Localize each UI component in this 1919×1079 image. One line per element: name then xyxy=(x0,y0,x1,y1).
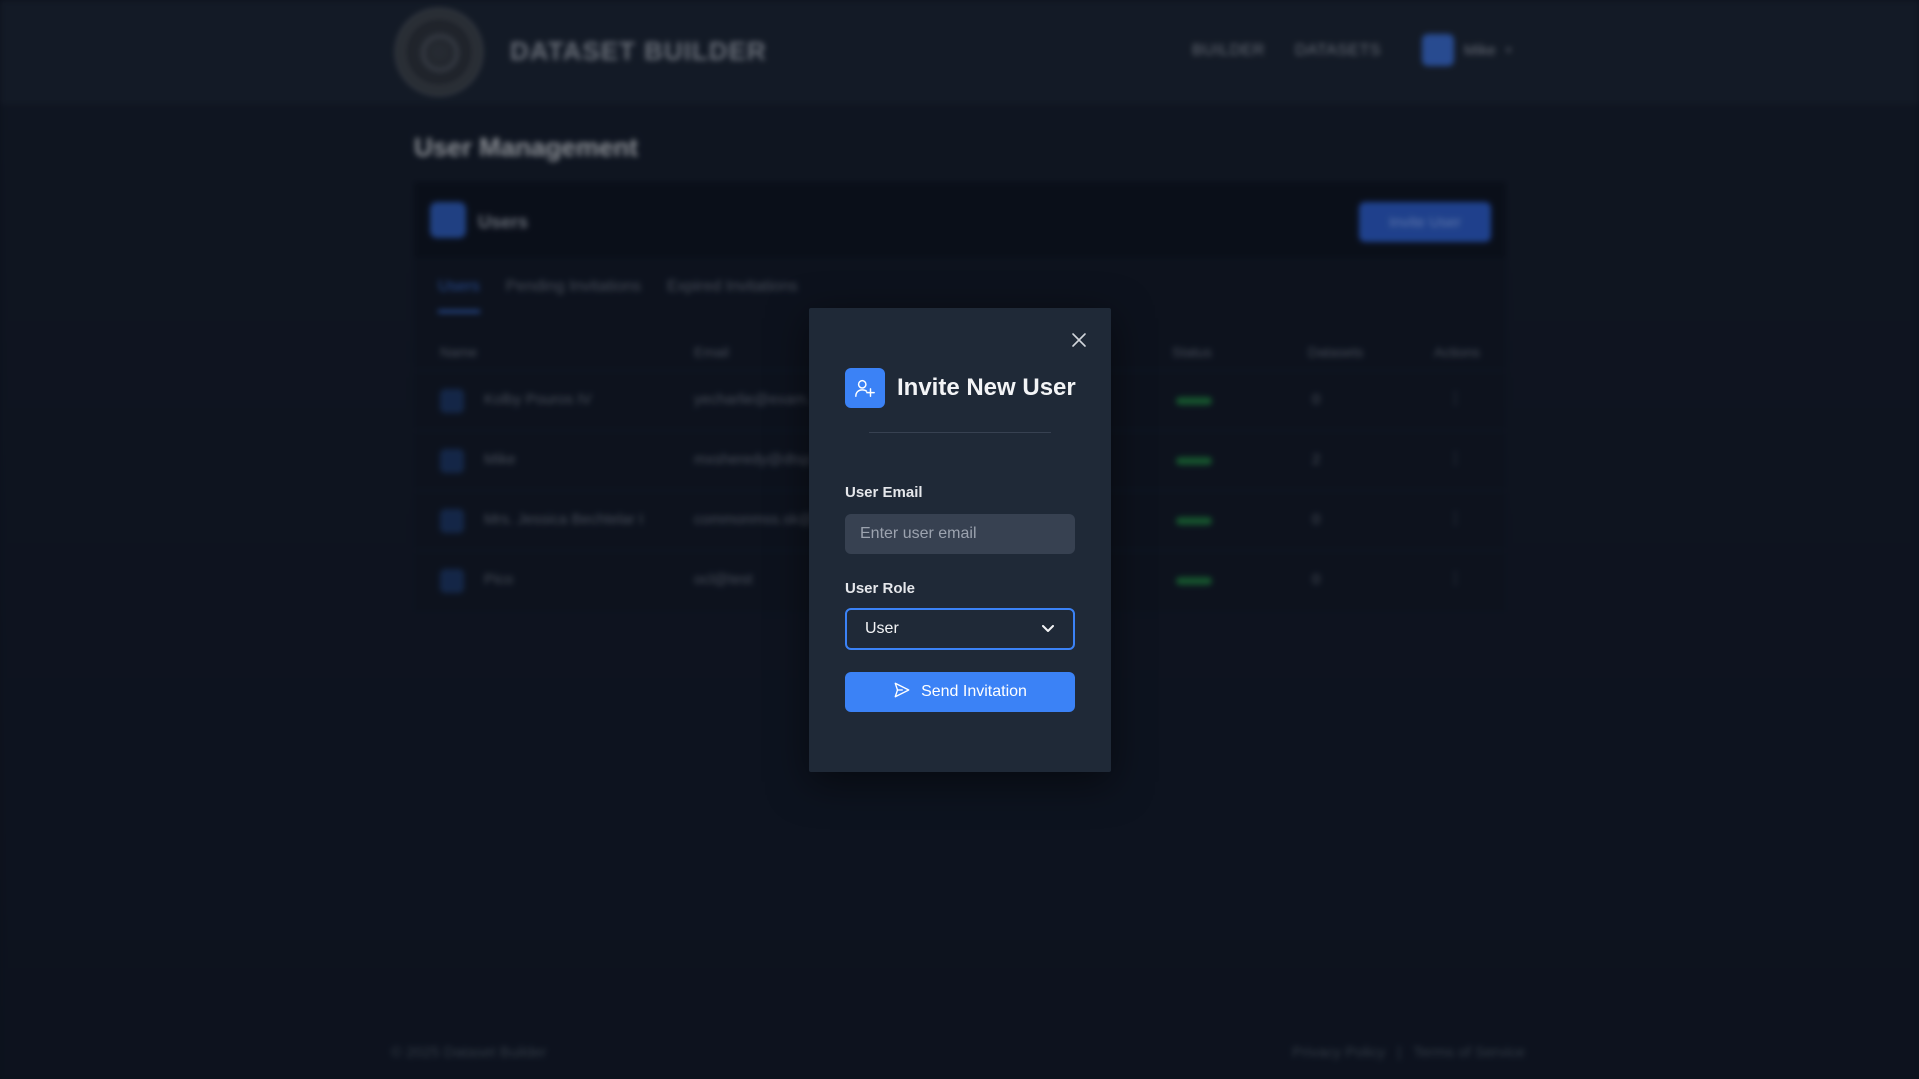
user-plus-icon xyxy=(845,368,885,408)
role-select-value: User xyxy=(865,620,899,637)
email-field[interactable] xyxy=(845,514,1075,554)
send-invitation-label: Send Invitation xyxy=(921,683,1027,700)
divider xyxy=(869,432,1051,433)
modal-header: Invite New User xyxy=(845,368,1076,408)
role-label: User Role xyxy=(845,580,916,597)
chevron-down-icon xyxy=(1041,622,1055,636)
send-icon xyxy=(893,681,911,704)
role-select[interactable]: User xyxy=(845,608,1075,650)
send-invitation-button[interactable]: Send Invitation xyxy=(845,672,1075,712)
modal-title: Invite New User xyxy=(897,374,1076,401)
close-icon xyxy=(1071,332,1087,353)
email-label: User Email xyxy=(845,484,923,501)
invite-user-modal: Invite New User User Email User Role Use… xyxy=(809,308,1111,772)
close-button[interactable] xyxy=(1067,330,1091,354)
